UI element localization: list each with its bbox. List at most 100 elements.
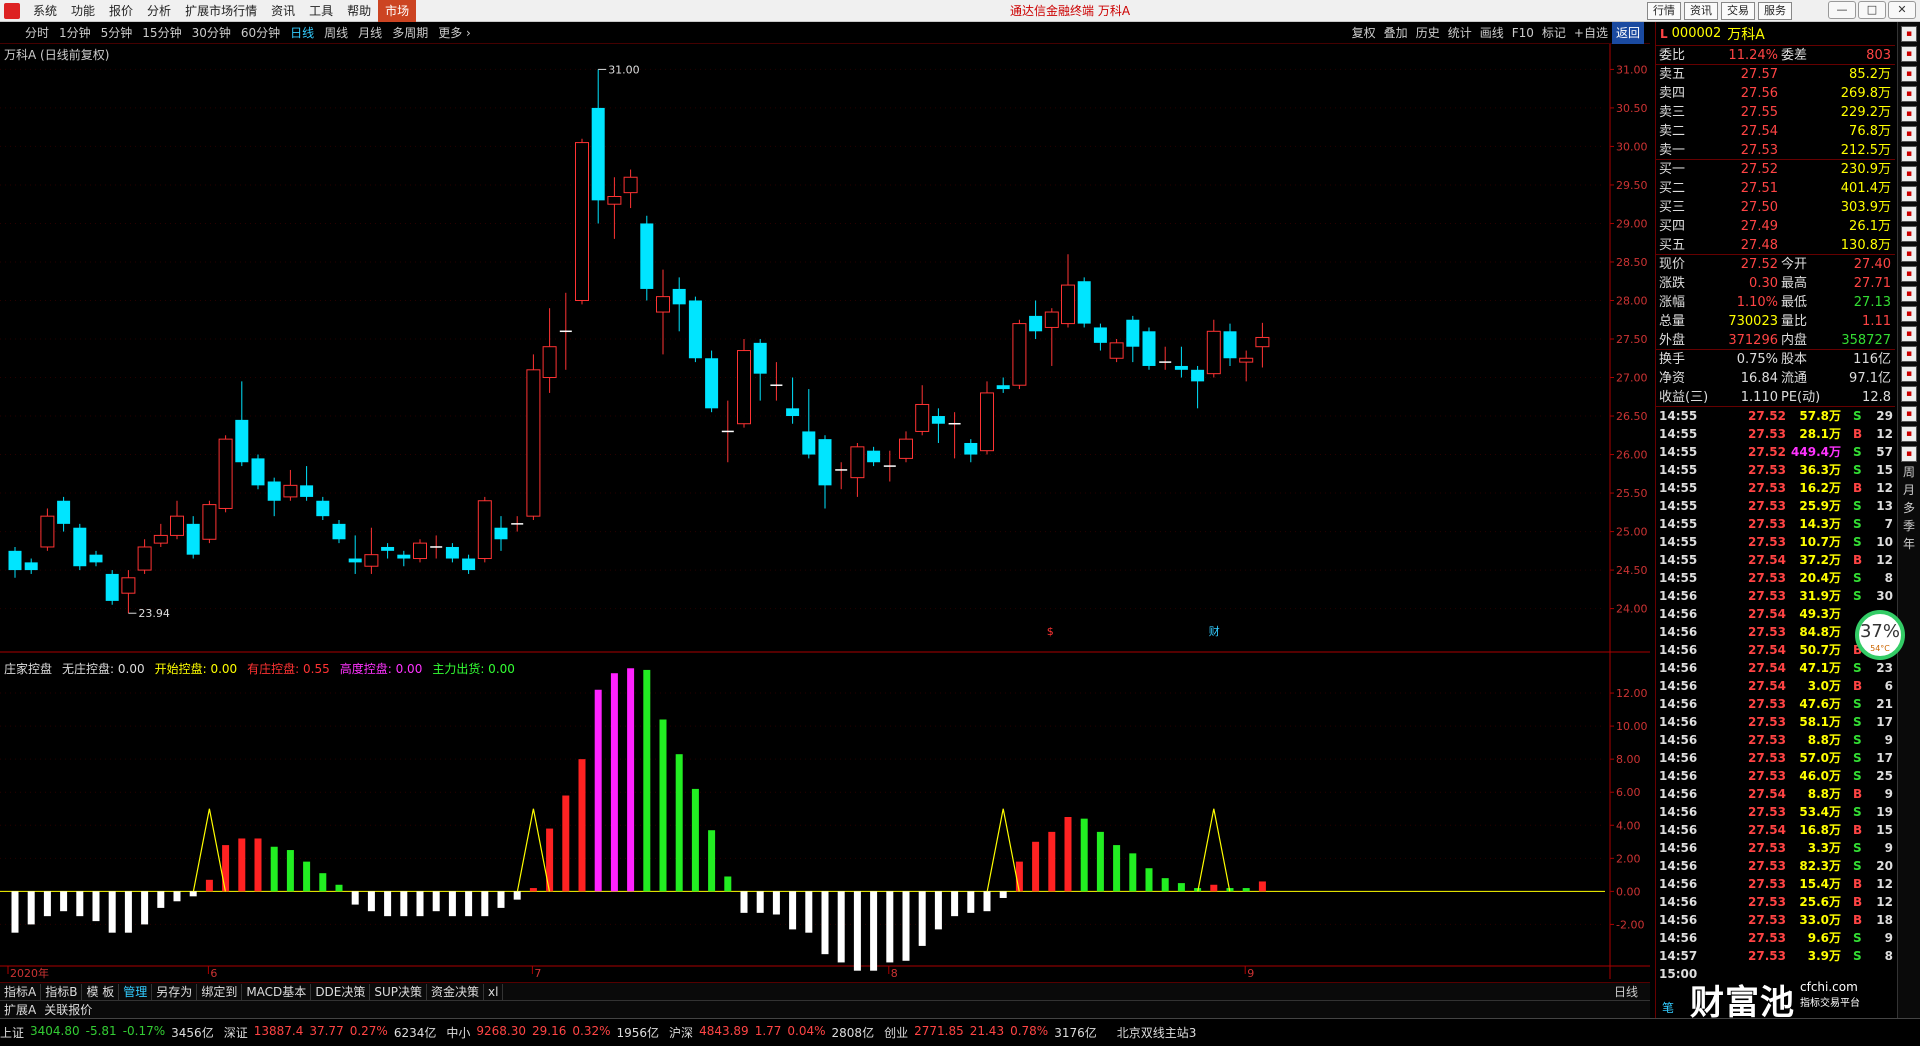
- side-tool-icon-0[interactable]: ▪: [1901, 26, 1917, 42]
- indicator-name[interactable]: 庄家控盘: [4, 660, 52, 677]
- minimize-icon[interactable]: —: [1828, 1, 1856, 19]
- period-tab-7[interactable]: 周线: [319, 22, 353, 44]
- period-tab-2[interactable]: 5分钟: [96, 22, 138, 44]
- side-tool-icon-1[interactable]: ▪: [1901, 46, 1917, 62]
- menu-item-5[interactable]: 资讯: [264, 0, 302, 22]
- bottom-tab-4[interactable]: 另存为: [152, 983, 198, 1000]
- index-quote-3[interactable]: 沪深 4843.89 1.77 0.04% 2808亿: [669, 1024, 874, 1041]
- candle-body-up: [413, 542, 427, 560]
- tick-side: S: [1853, 715, 1862, 729]
- menu-item-6[interactable]: 工具: [302, 0, 340, 22]
- chart-area[interactable]: 24.00 24.50 25.00 25.50 26.00 26.50 27.00 27.50…: [0, 44, 1650, 979]
- period-tab-3[interactable]: 15分钟: [137, 22, 186, 44]
- tick-count: 9: [1884, 733, 1893, 747]
- period-tab-5[interactable]: 60分钟: [236, 22, 285, 44]
- bottom-tab-3[interactable]: 管理: [119, 983, 153, 1000]
- index-quote-2[interactable]: 中小 9268.30 29.16 0.32% 1956亿: [446, 1024, 659, 1041]
- side-period-3[interactable]: 季: [1901, 519, 1917, 535]
- side-tool-icon-3[interactable]: ▪: [1901, 86, 1917, 102]
- indicator-bar: [416, 891, 424, 917]
- side-tool-icon-17[interactable]: ▪: [1901, 366, 1917, 382]
- side-tool-icon-2[interactable]: ▪: [1901, 66, 1917, 82]
- side-period-0[interactable]: 周: [1901, 465, 1917, 481]
- top-button-1[interactable]: 资讯: [1684, 2, 1718, 20]
- close-icon[interactable]: ✕: [1888, 1, 1916, 19]
- bottom-tab-0[interactable]: 指标A: [0, 983, 42, 1000]
- period-indicator-label[interactable]: 日线: [1610, 984, 1642, 1000]
- side-tool-icon-6[interactable]: ▪: [1901, 146, 1917, 162]
- menu-item-2[interactable]: 报价: [102, 0, 140, 22]
- top-button-0[interactable]: 行情: [1647, 2, 1681, 20]
- tool-button-4[interactable]: 画线: [1476, 22, 1508, 44]
- tool-button-8[interactable]: 返回: [1611, 22, 1644, 44]
- menu-item-1[interactable]: 功能: [64, 0, 102, 22]
- period-tab-0[interactable]: 分时: [20, 22, 54, 44]
- tick-price: 27.53: [1748, 805, 1786, 819]
- side-period-2[interactable]: 多: [1901, 501, 1917, 517]
- menu-item-0[interactable]: 系统: [26, 0, 64, 22]
- bottom-tab-8[interactable]: SUP决策: [370, 983, 428, 1000]
- server-name[interactable]: 北京双线主站3: [1117, 1024, 1197, 1041]
- period-tab-9[interactable]: 多周期: [387, 22, 433, 44]
- bottom-tab-10[interactable]: xl: [484, 983, 504, 1000]
- side-period-4[interactable]: 年: [1901, 537, 1917, 553]
- tick-price: 27.53: [1748, 571, 1786, 585]
- side-tool-icon-4[interactable]: ▪: [1901, 106, 1917, 122]
- stock-code: 000002: [1671, 26, 1722, 41]
- main-menu: 系统 功能 报价 分析 扩展市场行情 资讯 工具 帮助 市场: [26, 0, 417, 22]
- side-tool-icon-11[interactable]: ▪: [1901, 246, 1917, 262]
- menu-item-4[interactable]: 扩展市场行情: [178, 0, 264, 22]
- side-tool-icon-16[interactable]: ▪: [1901, 346, 1917, 362]
- tool-button-1[interactable]: 叠加: [1380, 22, 1412, 44]
- side-tool-icon-7[interactable]: ▪: [1901, 166, 1917, 182]
- tick-tab[interactable]: 笔: [1662, 999, 1674, 1016]
- expand-tab-0[interactable]: 扩展A: [0, 1001, 40, 1018]
- period-tab-8[interactable]: 月线: [353, 22, 387, 44]
- index-quote-0[interactable]: 上证 3404.80 -5.81 -0.17% 3456亿: [0, 1024, 214, 1041]
- bottom-tab-9[interactable]: 资金决策: [427, 983, 485, 1000]
- tool-button-2[interactable]: 历史: [1412, 22, 1444, 44]
- side-tool-icon-10[interactable]: ▪: [1901, 226, 1917, 242]
- tool-button-5[interactable]: F10: [1508, 22, 1538, 44]
- period-tab-6[interactable]: 日线: [285, 22, 319, 44]
- menu-item-3[interactable]: 分析: [140, 0, 178, 22]
- menu-item-7[interactable]: 帮助: [340, 0, 378, 22]
- side-tool-icon-14[interactable]: ▪: [1901, 306, 1917, 322]
- bottom-tab-1[interactable]: 指标B: [41, 983, 83, 1000]
- side-period-1[interactable]: 月: [1901, 483, 1917, 499]
- bottom-tab-2[interactable]: 模 板: [82, 983, 120, 1000]
- index-quote-4[interactable]: 创业 2771.85 21.43 0.78% 3176亿: [884, 1024, 1097, 1041]
- index-quote-1[interactable]: 深证 13887.4 37.77 0.27% 6234亿: [224, 1024, 437, 1041]
- indicator-bar: [157, 891, 165, 908]
- index-percent: 0.04%: [787, 1024, 826, 1038]
- side-tool-icon-19[interactable]: ▪: [1901, 406, 1917, 422]
- side-tool-icon-21[interactable]: ▪: [1901, 446, 1917, 462]
- top-button-3[interactable]: 服务: [1758, 2, 1792, 20]
- tool-button-6[interactable]: 标记: [1538, 22, 1570, 44]
- side-tool-icon-9[interactable]: ▪: [1901, 206, 1917, 222]
- kline-chart-svg[interactable]: 24.00 24.50 25.00 25.50 26.00 26.50 27.00 27.50…: [0, 44, 1650, 979]
- side-tool-icon-18[interactable]: ▪: [1901, 386, 1917, 402]
- side-tool-icon-15[interactable]: ▪: [1901, 326, 1917, 342]
- sells-price: 27.55: [1740, 105, 1778, 120]
- bottom-tab-7[interactable]: DDE决策: [311, 983, 371, 1000]
- tool-button-7[interactable]: +自选: [1570, 22, 1612, 44]
- period-tab-1[interactable]: 1分钟: [54, 22, 96, 44]
- period-tab-10[interactable]: 更多 ›: [433, 22, 476, 44]
- tick-time: 14:56: [1659, 661, 1698, 675]
- expand-tab-1[interactable]: 关联报价: [40, 1001, 96, 1018]
- side-tool-icon-12[interactable]: ▪: [1901, 266, 1917, 282]
- menu-item-8[interactable]: 市场: [378, 0, 417, 22]
- indicator-bar: [724, 876, 732, 892]
- period-tab-4[interactable]: 30分钟: [187, 22, 236, 44]
- maximize-icon[interactable]: □: [1858, 1, 1886, 19]
- bottom-tab-5[interactable]: 绑定到: [197, 983, 243, 1000]
- tool-button-3[interactable]: 统计: [1444, 22, 1476, 44]
- side-tool-icon-5[interactable]: ▪: [1901, 126, 1917, 142]
- top-button-2[interactable]: 交易: [1721, 2, 1755, 20]
- bottom-tab-6[interactable]: MACD基本: [242, 983, 312, 1000]
- side-tool-icon-8[interactable]: ▪: [1901, 186, 1917, 202]
- side-tool-icon-13[interactable]: ▪: [1901, 286, 1917, 302]
- side-tool-icon-20[interactable]: ▪: [1901, 426, 1917, 442]
- tool-button-0[interactable]: 复权: [1348, 22, 1380, 44]
